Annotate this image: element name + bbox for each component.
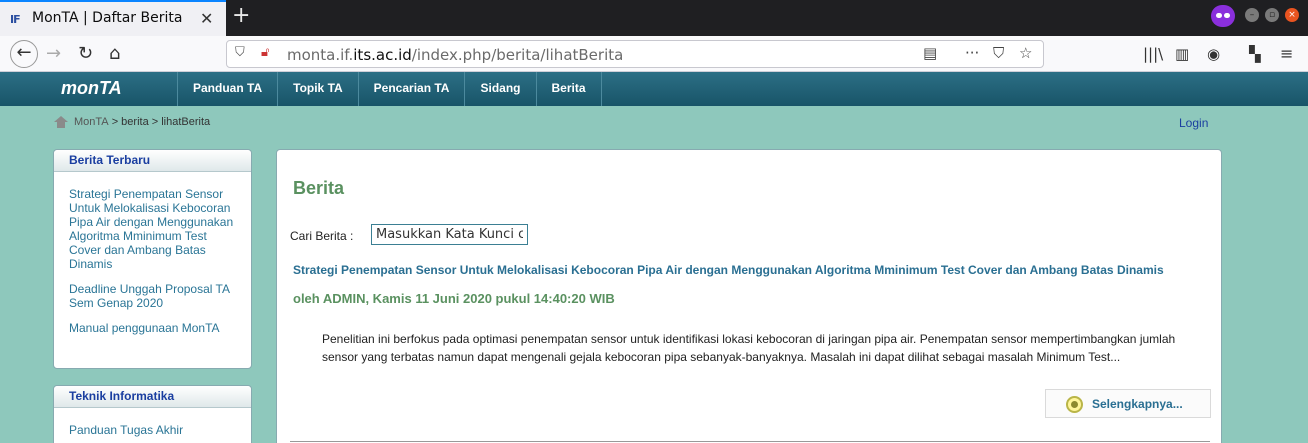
tab-title: MonTA | Daftar Berita [32,10,183,26]
account-icon[interactable]: ◉ [1207,42,1220,66]
menu-item-berita[interactable]: Berita [535,72,602,106]
recent-news-list: Strategi Penempatan Sensor Untuk Melokal… [54,172,251,335]
breadcrumb: MonTA > berita > lihatBerita [54,116,210,128]
shield-icon[interactable]: ⛉ [235,45,245,60]
recent-news-item[interactable]: Deadline Unggah Proposal TA Sem Genap 20… [69,282,236,310]
star-icon[interactable]: ☆ [1019,44,1032,62]
reload-icon[interactable]: ↻ [78,42,93,66]
reader-view-icon[interactable]: ▤ [923,44,937,62]
home-icon[interactable]: ⌂ [109,42,120,66]
department-link[interactable]: Panduan Tugas Akhir [69,423,236,437]
login-link[interactable]: Login [1179,116,1208,130]
read-more-button[interactable]: Selengkapnya... [1045,389,1211,418]
browser-tab-bar: IF MonTA | Daftar Berita ✕ + – ▫ × [0,0,1308,36]
window-close-icon[interactable]: × [1285,8,1299,22]
department-title: Teknik Informatika [54,386,251,408]
recent-news-title: Berita Terbaru [54,150,251,172]
browser-tab-active[interactable]: IF MonTA | Daftar Berita ✕ [0,0,226,36]
main-content: Berita Cari Berita : Strategi Penempatan… [276,149,1222,443]
menu-item-panduan-ta[interactable]: Panduan TA [177,72,277,106]
read-more-label: Selengkapnya... [1092,397,1183,411]
news-meta: oleh ADMIN, Kamis 11 Juni 2020 pukul 14:… [293,291,615,306]
url-bar[interactable]: ⛉ 🔓︎ monta.if.its.ac.id/index.php/berita… [226,40,1044,68]
breadcrumb-trail: > berita > lihatBerita [108,116,211,128]
close-icon[interactable]: ✕ [200,9,213,28]
maximize-icon[interactable]: ▫ [1265,8,1279,22]
plus-icon[interactable]: + [232,3,250,28]
hamburger-menu-icon[interactable]: ≡ [1280,42,1293,66]
breadcrumb-home[interactable]: MonTA [74,116,109,128]
department-list: Panduan Tugas Akhir [54,408,251,437]
divider [290,441,1210,442]
main-menu: Panduan TA Topik TA Pencarian TA Sidang … [177,72,602,106]
extensions-icon[interactable]: ▚ [1249,42,1261,66]
recent-news-box: Berita Terbaru Strategi Penempatan Senso… [53,149,252,369]
search-label: Cari Berita : [290,229,354,243]
more-dots-icon[interactable]: ··· [965,44,979,62]
insecure-lock-icon[interactable]: 🔓︎ [261,45,269,60]
site-logo[interactable]: monTA [61,78,122,99]
private-mask-icon [1211,5,1235,27]
browser-nav-bar: ← → ↻ ⌂ ⛉ 🔓︎ monta.if.its.ac.id/index.ph… [0,36,1308,72]
news-excerpt: Penelitian ini berfokus pada optimasi pe… [322,332,1176,364]
library-icon[interactable]: |||\ [1143,42,1163,66]
back-arrow-icon[interactable]: ← [10,40,38,68]
menu-item-pencarian-ta[interactable]: Pencarian TA [357,72,465,106]
menu-item-sidang[interactable]: Sidang [464,72,535,106]
eye-icon [1066,396,1083,413]
url-text[interactable]: monta.if.its.ac.id/index.php/berita/liha… [287,46,623,64]
favicon-icon: IF [10,13,21,26]
sidebar-icon[interactable]: ▥ [1175,42,1189,66]
home-icon [54,116,68,128]
menu-item-topik-ta[interactable]: Topik TA [277,72,358,106]
search-input[interactable] [371,224,528,245]
news-title[interactable]: Strategi Penempatan Sensor Untuk Melokal… [293,263,1164,277]
recent-news-item[interactable]: Manual penggunaan MonTA [69,321,236,335]
recent-news-item[interactable]: Strategi Penempatan Sensor Untuk Melokal… [69,187,236,271]
minimize-icon[interactable]: – [1245,8,1259,22]
pocket-icon[interactable]: ⛉ [993,44,1004,62]
forward-arrow-icon[interactable]: → [46,42,61,66]
page-title: Berita [293,178,345,198]
department-box: Teknik Informatika Panduan Tugas Akhir [53,385,252,443]
site-header: monTA Panduan TA Topik TA Pencarian TA S… [0,72,1308,106]
